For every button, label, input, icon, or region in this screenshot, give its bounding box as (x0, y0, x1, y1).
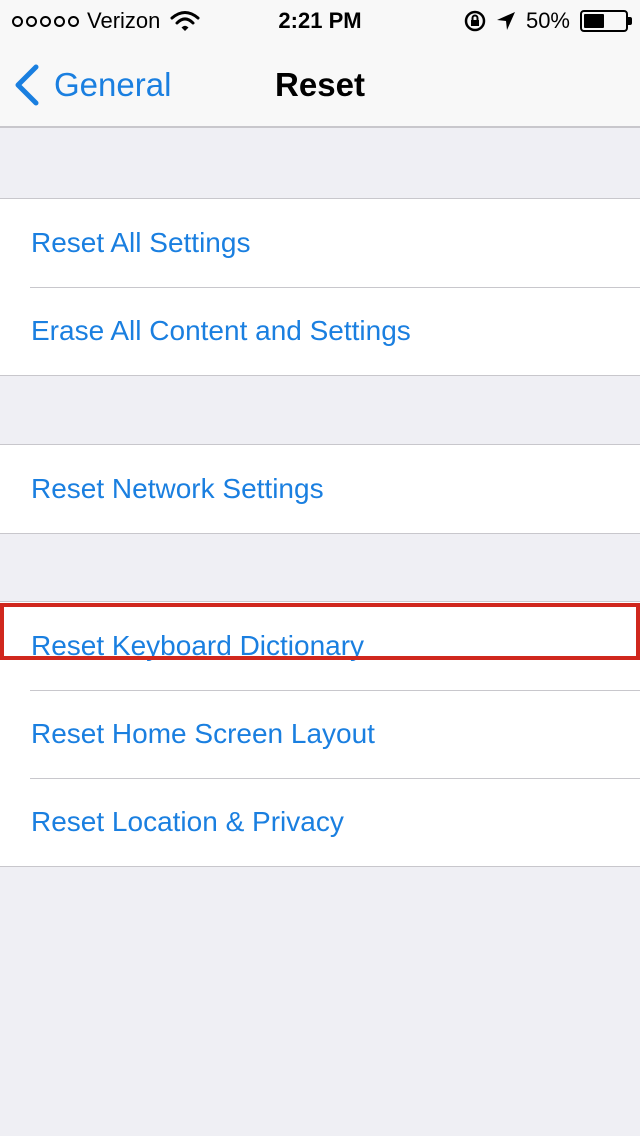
location-arrow-icon (496, 12, 515, 30)
reset-all-settings-button[interactable]: Reset All Settings (0, 199, 640, 287)
settings-group-2: Reset Network Settings (0, 444, 640, 534)
page-title: Reset (275, 66, 365, 103)
nav-bar: General Reset (0, 40, 640, 128)
reset-keyboard-dictionary-button[interactable]: Reset Keyboard Dictionary (0, 602, 640, 690)
reset-location-privacy-button[interactable]: Reset Location & Privacy (0, 778, 640, 866)
navigation-bar: Verizon 2:21 PM 50% General Reset (0, 0, 640, 128)
battery-icon (580, 10, 632, 32)
rotation-lock-icon (464, 10, 486, 32)
status-right: 50% (464, 8, 632, 34)
battery-percent: 50% (525, 8, 570, 33)
reset-network-settings-button[interactable]: Reset Network Settings (0, 445, 640, 533)
reset-home-screen-layout-button[interactable]: Reset Home Screen Layout (0, 690, 640, 778)
settings-group-3: Reset Keyboard Dictionary Reset Home Scr… (0, 601, 640, 867)
erase-all-content-button[interactable]: Erase All Content and Settings (0, 287, 640, 375)
battery-fill (584, 14, 604, 28)
status-bar: Verizon 2:21 PM 50% (0, 0, 640, 40)
settings-group-1: Reset All Settings Erase All Content and… (0, 198, 640, 376)
